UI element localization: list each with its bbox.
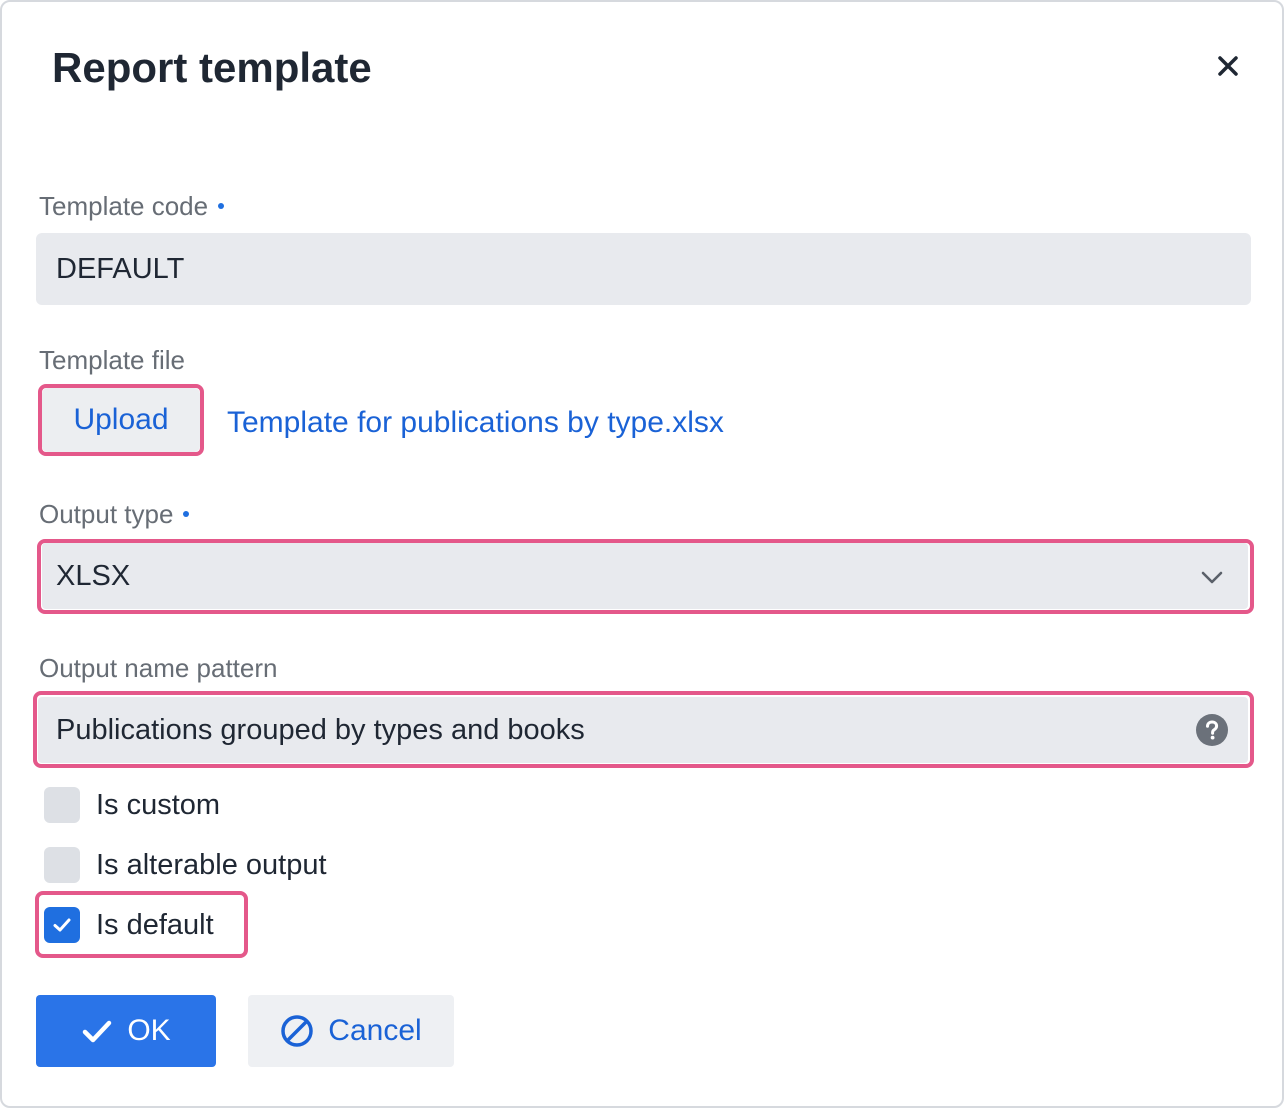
ok-label: OK <box>127 1014 171 1047</box>
close-button[interactable] <box>1208 46 1248 86</box>
is-alterable-output-label: Is alterable output <box>96 848 327 881</box>
is-default-label: Is default <box>96 908 214 941</box>
is-alterable-output-checkbox[interactable] <box>44 847 80 883</box>
chevron-down-icon <box>1201 571 1223 584</box>
is-alterable-output-checkbox-row[interactable]: Is alterable output <box>44 847 327 883</box>
is-default-checkbox[interactable] <box>44 907 80 943</box>
report-template-dialog: Report template Template code DEFAULT Te… <box>0 0 1284 1108</box>
is-custom-checkbox-row[interactable]: Is custom <box>44 787 220 823</box>
is-default-checkbox-row[interactable]: Is default <box>44 907 214 943</box>
cancel-button[interactable]: Cancel <box>248 995 454 1067</box>
output-type-value: XLSX <box>56 559 131 592</box>
upload-button[interactable]: Upload <box>42 388 200 452</box>
help-circle-icon[interactable] <box>1196 714 1228 746</box>
template-file-label: Template file <box>39 345 185 375</box>
required-indicator <box>183 511 190 518</box>
dialog-title: Report template <box>52 44 372 91</box>
output-name-pattern-value: Publications grouped by types and books <box>56 713 585 746</box>
template-code-value: DEFAULT <box>56 252 185 285</box>
output-name-pattern-label: Output name pattern <box>39 653 278 683</box>
is-custom-checkbox[interactable] <box>44 787 80 823</box>
ok-button[interactable]: OK <box>36 995 216 1067</box>
output-type-select[interactable]: XLSX <box>42 543 1248 609</box>
output-name-pattern-input[interactable]: Publications grouped by types and books <box>38 697 1248 763</box>
template-file-link[interactable]: Template for publications by type.xlsx <box>227 405 724 441</box>
forbidden-icon <box>280 1014 314 1048</box>
cancel-label: Cancel <box>328 1014 422 1047</box>
close-icon <box>1218 56 1238 76</box>
output-type-label: Output type <box>39 498 190 530</box>
template-code-field[interactable]: DEFAULT <box>36 233 1251 305</box>
required-indicator <box>218 203 225 210</box>
template-code-label: Template code <box>39 190 225 222</box>
checkmark-icon <box>81 1015 113 1047</box>
is-custom-label: Is custom <box>96 788 221 821</box>
checkmark-icon <box>53 918 71 932</box>
